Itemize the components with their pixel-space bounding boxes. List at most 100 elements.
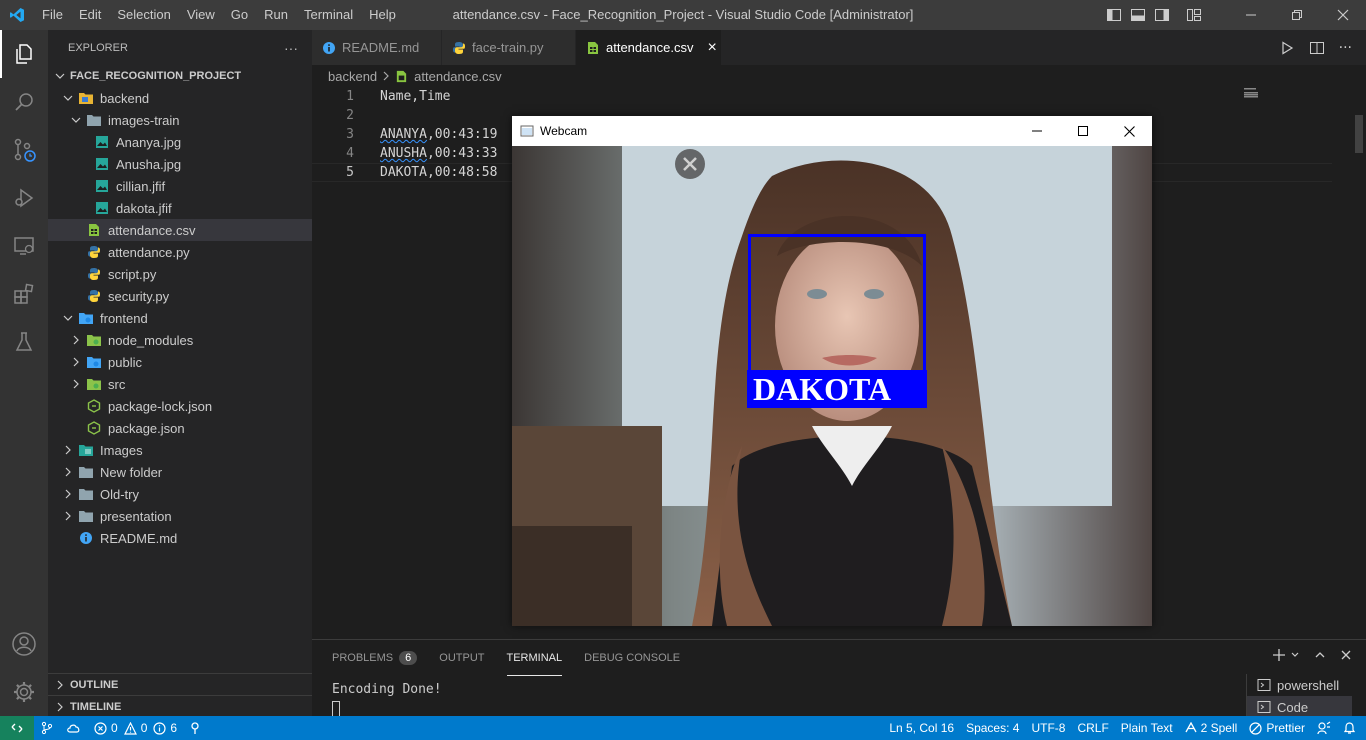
toggle-primary-sidebar-icon[interactable] bbox=[1106, 7, 1122, 23]
webcam-window: Webcam DAKOTA bbox=[512, 116, 1152, 626]
json-file-icon bbox=[86, 420, 102, 436]
live-share-status[interactable] bbox=[183, 716, 207, 740]
minimap[interactable] bbox=[1242, 87, 1352, 99]
manage-activity-button[interactable] bbox=[0, 668, 48, 716]
tab-debug-console[interactable]: DEBUG CONSOLE bbox=[584, 640, 680, 676]
cursor-position-status[interactable]: Ln 5, Col 16 bbox=[883, 716, 960, 740]
notifications-status[interactable] bbox=[1337, 716, 1366, 740]
tree-item-images-train[interactable]: images-train bbox=[48, 109, 312, 131]
breadcrumb-folder[interactable]: backend bbox=[328, 69, 377, 84]
minimize-button[interactable] bbox=[1228, 0, 1274, 30]
menu-run[interactable]: Run bbox=[256, 0, 296, 30]
vertical-scrollbar[interactable] bbox=[1352, 87, 1366, 639]
tree-item-package-lock-json[interactable]: package-lock.json bbox=[48, 395, 312, 417]
tab-attendance-csv[interactable]: attendance.csv × bbox=[576, 30, 722, 65]
tab-face-train[interactable]: face-train.py bbox=[442, 30, 576, 65]
explorer-activity-button[interactable] bbox=[0, 30, 48, 78]
spelling-warning[interactable]: ANUSHA bbox=[380, 146, 427, 161]
tree-item-node-modules[interactable]: node_modules bbox=[48, 329, 312, 351]
chevron-down-icon[interactable] bbox=[1290, 650, 1300, 660]
terminal-item-powershell[interactable]: powershell bbox=[1247, 674, 1352, 696]
maximize-panel-icon[interactable] bbox=[1314, 649, 1326, 661]
run-debug-activity-button[interactable] bbox=[0, 174, 48, 222]
webcam-title-bar[interactable]: Webcam bbox=[512, 116, 1152, 146]
search-activity-button[interactable] bbox=[0, 78, 48, 126]
more-actions-icon[interactable]: ··· bbox=[1339, 40, 1352, 56]
project-root[interactable]: FACE_RECOGNITION_PROJECT bbox=[48, 65, 312, 87]
tree-item-old-try[interactable]: Old-try bbox=[48, 483, 312, 505]
webcam-minimize-button[interactable] bbox=[1014, 116, 1060, 146]
problems-status[interactable]: 0 0 6 bbox=[88, 716, 183, 740]
tree-item-backend[interactable]: backend bbox=[48, 87, 312, 109]
menu-terminal[interactable]: Terminal bbox=[296, 0, 361, 30]
tab-terminal[interactable]: TERMINAL bbox=[506, 640, 563, 676]
menu-selection[interactable]: Selection bbox=[109, 0, 178, 30]
sync-status[interactable] bbox=[60, 716, 88, 740]
tree-item-presentation[interactable]: presentation bbox=[48, 505, 312, 527]
run-file-icon[interactable] bbox=[1279, 40, 1295, 56]
tree-item-anusha-jpg[interactable]: Anusha.jpg bbox=[48, 153, 312, 175]
tree-item-cillian-jfif[interactable]: cillian.jfif bbox=[48, 175, 312, 197]
customize-layout-icon[interactable] bbox=[1186, 7, 1202, 23]
breadcrumb-file[interactable]: attendance.csv bbox=[414, 69, 501, 84]
tree-item-ananya-jpg[interactable]: Ananya.jpg bbox=[48, 131, 312, 153]
remote-indicator[interactable] bbox=[0, 716, 34, 740]
explorer-more-actions-button[interactable]: ··· bbox=[284, 40, 298, 56]
testing-activity-button[interactable] bbox=[0, 318, 48, 366]
tab-close-button[interactable]: × bbox=[707, 39, 716, 57]
tab-problems[interactable]: PROBLEMS 6 bbox=[332, 640, 418, 676]
tree-item-public[interactable]: public bbox=[48, 351, 312, 373]
tree-item-src[interactable]: src bbox=[48, 373, 312, 395]
source-control-status[interactable] bbox=[34, 716, 60, 740]
menu-view[interactable]: View bbox=[179, 0, 223, 30]
menu-edit[interactable]: Edit bbox=[71, 0, 109, 30]
tree-item-attendance-py[interactable]: attendance.py bbox=[48, 241, 312, 263]
eol-status[interactable]: CRLF bbox=[1071, 716, 1114, 740]
tree-item-label: cillian.jfif bbox=[116, 178, 166, 194]
source-control-activity-button[interactable] bbox=[0, 126, 48, 174]
menu-go[interactable]: Go bbox=[223, 0, 256, 30]
feedback-status[interactable] bbox=[1311, 716, 1337, 740]
language-mode-status[interactable]: Plain Text bbox=[1115, 716, 1179, 740]
close-panel-icon[interactable] bbox=[1340, 649, 1352, 661]
tree-item-security-py[interactable]: security.py bbox=[48, 285, 312, 307]
tree-item-attendance-csv[interactable]: attendance.csv bbox=[48, 219, 312, 241]
chevron-right-icon bbox=[52, 699, 68, 715]
extensions-activity-button[interactable] bbox=[0, 270, 48, 318]
new-terminal-icon[interactable] bbox=[1272, 648, 1286, 662]
close-window-button[interactable] bbox=[1320, 0, 1366, 30]
split-editor-icon[interactable] bbox=[1309, 40, 1325, 56]
webcam-close-button[interactable] bbox=[1106, 116, 1152, 146]
outline-section[interactable]: OUTLINE bbox=[48, 673, 312, 695]
tab-readme[interactable]: README.md bbox=[312, 30, 442, 65]
toggle-panel-icon[interactable] bbox=[1130, 7, 1146, 23]
timeline-section[interactable]: TIMELINE bbox=[48, 695, 312, 717]
accounts-activity-button[interactable] bbox=[0, 620, 48, 668]
folder-gray-icon bbox=[78, 508, 94, 524]
tree-item-images[interactable]: Images bbox=[48, 439, 312, 461]
tree-item-frontend[interactable]: frontend bbox=[48, 307, 312, 329]
run-debug-icon bbox=[15, 188, 34, 208]
menu-file[interactable]: File bbox=[34, 0, 71, 30]
tree-item-label: public bbox=[108, 354, 142, 370]
remote-explorer-activity-button[interactable] bbox=[0, 222, 48, 270]
tree-item-readme-md[interactable]: README.md bbox=[48, 527, 312, 549]
tree-item-new-folder[interactable]: New folder bbox=[48, 461, 312, 483]
tree-item-package-json[interactable]: package.json bbox=[48, 417, 312, 439]
prettier-status[interactable]: Prettier bbox=[1243, 716, 1311, 740]
toggle-secondary-sidebar-icon[interactable] bbox=[1154, 7, 1170, 23]
encoding-status[interactable]: UTF-8 bbox=[1025, 716, 1071, 740]
terminal-item-code[interactable]: Code bbox=[1247, 696, 1352, 718]
json-file-icon bbox=[86, 398, 102, 414]
tree-item-dakota-jfif[interactable]: dakota.jfif bbox=[48, 197, 312, 219]
spelling-warning[interactable]: ANANYA bbox=[380, 127, 427, 142]
info-file-icon bbox=[78, 530, 94, 546]
tree-item-script-py[interactable]: script.py bbox=[48, 263, 312, 285]
restore-button[interactable] bbox=[1274, 0, 1320, 30]
spell-status[interactable]: 2 Spell bbox=[1179, 716, 1244, 740]
tab-output[interactable]: OUTPUT bbox=[439, 640, 484, 676]
webcam-maximize-button[interactable] bbox=[1060, 116, 1106, 146]
indentation-status[interactable]: Spaces: 4 bbox=[960, 716, 1025, 740]
menu-help[interactable]: Help bbox=[361, 0, 404, 30]
